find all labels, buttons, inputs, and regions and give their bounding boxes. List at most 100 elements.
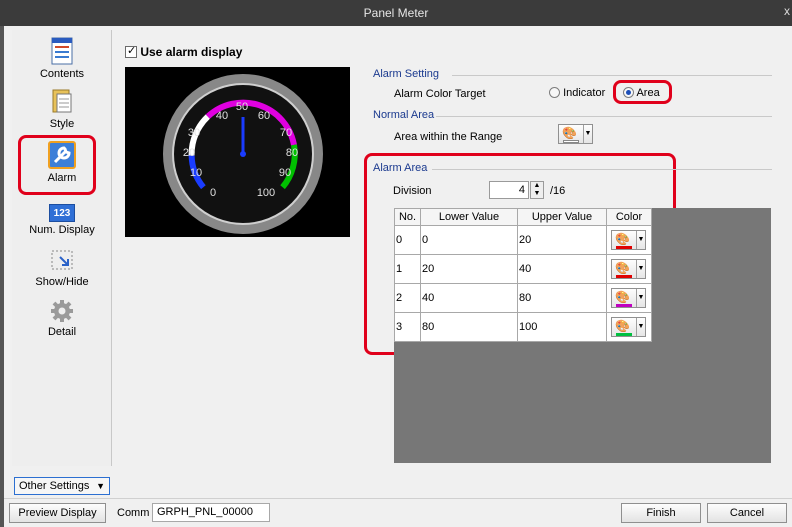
chevron-down-icon: ▼: [636, 231, 645, 249]
upper-value-cell[interactable]: 80: [517, 283, 607, 313]
table-header-row: No. Lower Value Upper Value Color: [394, 208, 652, 226]
gauge-tick-label: 30: [188, 127, 200, 139]
sidebar-item-show-hide[interactable]: Show/Hide: [12, 248, 112, 288]
gauge-tick-label: 90: [279, 167, 291, 179]
color-cell: 🎨 ▼: [606, 283, 652, 313]
contents-icon: [51, 37, 73, 65]
division-max-label: /16: [550, 185, 566, 197]
gauge-tick-label: 10: [190, 167, 202, 179]
comm-label: Comm: [117, 507, 150, 519]
row-number: 3: [394, 312, 421, 342]
table-row: 0 0 20 🎨 ▼: [394, 225, 652, 255]
sidebar-item-style[interactable]: Style: [12, 86, 112, 130]
gauge-tick-label: 0: [210, 187, 216, 199]
upper-value-cell[interactable]: 20: [517, 225, 607, 255]
palette-icon: 🎨: [562, 126, 577, 140]
gear-icon: [51, 300, 73, 322]
chevron-down-icon: ▼: [96, 481, 105, 491]
row-color-button[interactable]: 🎨 ▼: [611, 259, 646, 279]
gauge-tick-label: 40: [216, 110, 228, 122]
sidebar-item-label: Style: [49, 118, 75, 130]
gauge-tick-label: 50: [236, 101, 248, 113]
upper-value-cell[interactable]: 100: [517, 312, 607, 342]
upper-value-cell[interactable]: 40: [517, 254, 607, 284]
color-swatch: [616, 333, 632, 336]
num-display-icon: 123: [49, 204, 75, 222]
column-header: Lower Value: [420, 208, 518, 226]
sidebar-item-num-display[interactable]: 123 Num. Display: [12, 204, 112, 236]
column-header: Upper Value: [517, 208, 607, 226]
row-color-button[interactable]: 🎨 ▼: [611, 317, 646, 337]
chevron-down-icon: ▼: [636, 318, 645, 336]
spin-down-icon[interactable]: ▼: [531, 190, 543, 198]
alarm-color-target-label: Alarm Color Target: [394, 88, 486, 100]
close-icon[interactable]: x: [784, 4, 790, 18]
sidebar-item-label: Contents: [39, 68, 85, 80]
color-swatch: [616, 246, 632, 249]
normal-area-title: Normal Area: [373, 109, 435, 121]
row-color-button[interactable]: 🎨 ▼: [611, 230, 646, 250]
sidebar-item-contents[interactable]: Contents: [12, 36, 112, 80]
divider: [432, 169, 772, 170]
alarm-area-table: No. Lower Value Upper Value Color 0 0 20…: [394, 208, 652, 342]
alarm-highlight-box: [18, 135, 96, 195]
color-swatch: [616, 275, 632, 278]
lower-value-cell[interactable]: 40: [420, 283, 518, 313]
table-row: 3 80 100 🎨 ▼: [394, 312, 652, 342]
normal-area-color-button[interactable]: 🎨 ▼: [558, 124, 593, 144]
use-alarm-label: Use alarm display: [140, 45, 243, 59]
palette-icon: 🎨: [615, 232, 630, 246]
sidebar-item-label: Detail: [47, 326, 77, 338]
sidebar-item-label: Num. Display: [29, 224, 95, 236]
division-spinner[interactable]: ▲ ▼: [530, 181, 544, 199]
chevron-down-icon: ▼: [583, 125, 592, 143]
checkbox-checked-icon: [125, 44, 137, 58]
comm-field[interactable]: GRPH_PNL_00000: [152, 503, 270, 522]
color-swatch: [563, 140, 579, 143]
sidebar-item-detail[interactable]: Detail: [12, 298, 112, 338]
window-title: Panel Meter: [363, 6, 429, 20]
divider: [452, 75, 772, 76]
alarm-area-title: Alarm Area: [373, 162, 428, 174]
meter-preview: 0 10 20 30 40 50 60 70 80 90 100: [125, 67, 350, 237]
radio-icon: [549, 87, 560, 98]
gauge-tick-label: 60: [258, 110, 270, 122]
chevron-down-icon: ▼: [636, 289, 645, 307]
row-color-button[interactable]: 🎨 ▼: [611, 288, 646, 308]
cancel-button[interactable]: Cancel: [707, 503, 787, 523]
color-swatch: [616, 304, 632, 307]
other-settings-dropdown[interactable]: Other Settings ▼: [14, 477, 110, 495]
lower-value-cell[interactable]: 80: [420, 312, 518, 342]
radio-indicator[interactable]: Indicator: [549, 87, 605, 99]
division-label: Division: [393, 185, 432, 197]
other-settings-label: Other Settings: [19, 480, 90, 492]
chevron-down-icon: ▼: [636, 260, 645, 278]
gauge-preview-graphic: 0 10 20 30 40 50 60 70 80 90 100: [163, 74, 323, 234]
lower-value-cell[interactable]: 0: [420, 225, 518, 255]
style-icon: [52, 89, 72, 113]
color-cell: 🎨 ▼: [606, 254, 652, 284]
row-number: 0: [394, 225, 421, 255]
palette-icon: 🎨: [615, 261, 630, 275]
finish-button[interactable]: Finish: [621, 503, 701, 523]
use-alarm-checkbox[interactable]: Use alarm display: [125, 44, 243, 59]
preview-display-button[interactable]: Preview Display: [9, 503, 106, 523]
spin-up-icon[interactable]: ▲: [531, 182, 543, 190]
row-number: 2: [394, 283, 421, 313]
table-row: 2 40 80 🎨 ▼: [394, 283, 652, 313]
area-within-range-label: Area within the Range: [394, 131, 503, 143]
row-number: 1: [394, 254, 421, 284]
division-input[interactable]: 4: [489, 181, 529, 199]
alarm-setting-title: Alarm Setting: [373, 68, 440, 80]
title-bar: Panel Meter x: [0, 0, 792, 26]
color-cell: 🎨 ▼: [606, 225, 652, 255]
area-highlight-box: [613, 80, 672, 104]
sidebar-item-label: Show/Hide: [35, 276, 89, 288]
color-cell: 🎨 ▼: [606, 312, 652, 342]
column-header: Color: [606, 208, 652, 226]
gauge-tick-label: 70: [280, 127, 292, 139]
column-header: No.: [394, 208, 421, 226]
gauge-tick-label: 100: [257, 187, 275, 199]
table-row: 1 20 40 🎨 ▼: [394, 254, 652, 284]
lower-value-cell[interactable]: 20: [420, 254, 518, 284]
